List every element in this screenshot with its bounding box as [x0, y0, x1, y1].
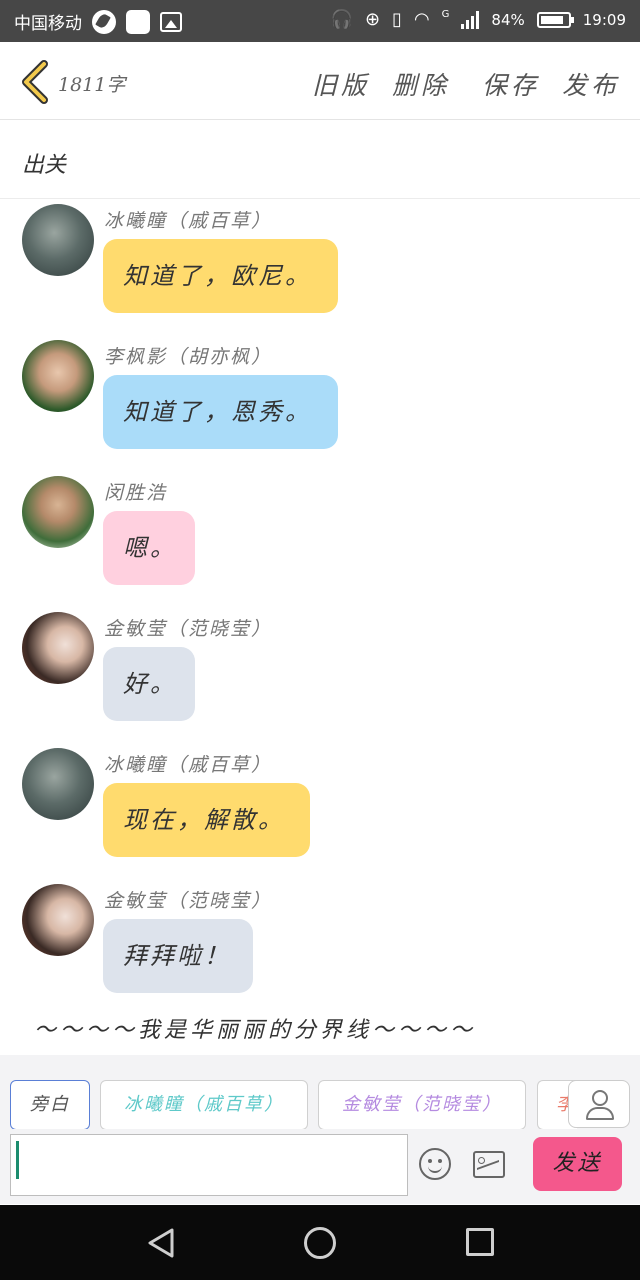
sender-name: 闵胜浩 — [104, 482, 168, 504]
message-bubble[interactable]: 知道了，恩秀。 — [103, 375, 338, 449]
sender-name: 金敏莹（范晓莹） — [104, 890, 273, 912]
sender-name: 冰曦瞳（戚百草） — [104, 210, 273, 232]
app-notification-icon — [126, 9, 150, 34]
sender-name: 李枫影（胡亦枫） — [104, 346, 273, 368]
role-chip-label: 冰曦瞳（戚百草） — [124, 1094, 284, 1115]
network-type-label: G — [441, 9, 450, 20]
image-icon[interactable] — [473, 1151, 505, 1178]
role-chip-label: 金敏莹（范晓莹） — [342, 1094, 502, 1115]
emoji-icon[interactable] — [419, 1148, 451, 1180]
status-bar: 中国移动 🎧 ⊕ ▯ ◠ G 84% 19:09 — [0, 0, 640, 42]
avatar[interactable] — [22, 748, 94, 820]
gallery-notification-icon — [160, 11, 182, 32]
role-selector: 旁白 冰曦瞳（戚百草） 金敏莹（范晓莹） 李 — [0, 1055, 640, 1130]
clock: 19:09 — [582, 11, 626, 29]
save-button[interactable]: 保存 — [482, 66, 540, 102]
sender-name: 冰曦瞳（戚百草） — [104, 754, 273, 776]
send-button[interactable]: 发送 — [533, 1137, 622, 1191]
chapter-title[interactable]: 出关 — [22, 147, 66, 179]
role-chip-label: 旁白 — [30, 1094, 70, 1115]
nav-home-icon[interactable] — [304, 1227, 336, 1259]
word-count: 1811字 — [58, 74, 126, 96]
message-bubble[interactable]: 嗯。 — [103, 511, 195, 585]
wifi-icon: ◠ — [413, 9, 430, 30]
message-input[interactable] — [10, 1134, 408, 1196]
character-manage-icon[interactable] — [568, 1080, 630, 1128]
role-chip[interactable]: 金敏莹（范晓莹） — [318, 1080, 526, 1130]
vibrate-icon: ▯ — [392, 9, 402, 30]
chapter-title-row[interactable]: 出关 — [0, 121, 640, 199]
message-bubble[interactable]: 好。 — [103, 647, 195, 721]
message-bubble[interactable]: 拜拜啦！ — [103, 919, 253, 993]
avatar[interactable] — [22, 476, 94, 548]
editor-header: 1811字 旧版 删除 保存 发布 — [0, 42, 640, 120]
chat-area[interactable]: 冰曦瞳（戚百草） 知道了，欧尼。 李枫影（胡亦枫） 知道了，恩秀。 闵胜浩 嗯。… — [0, 200, 640, 1055]
nav-back-icon[interactable] — [146, 1227, 176, 1259]
message-bubble[interactable]: 现在，解散。 — [103, 783, 310, 857]
data-saver-icon: ⊕ — [364, 9, 381, 30]
message-bubble[interactable]: 知道了，欧尼。 — [103, 239, 338, 313]
battery-icon — [536, 12, 574, 28]
avatar[interactable] — [22, 340, 94, 412]
browser-app-icon — [92, 9, 116, 34]
delete-button[interactable]: 删除 — [392, 66, 450, 102]
old-version-button[interactable]: 旧版 — [312, 66, 370, 102]
carrier-label: 中国移动 — [14, 14, 82, 34]
composer: 发送 — [0, 1129, 640, 1204]
publish-button[interactable]: 发布 — [562, 66, 620, 102]
system-nav-bar — [0, 1205, 640, 1280]
nav-recents-icon[interactable] — [466, 1228, 494, 1256]
text-caret — [16, 1141, 19, 1179]
avatar[interactable] — [22, 884, 94, 956]
role-chip[interactable]: 冰曦瞳（戚百草） — [100, 1080, 308, 1130]
headphones-icon: 🎧 — [330, 9, 353, 30]
battery-percent: 84% — [491, 11, 525, 29]
avatar[interactable] — [22, 612, 94, 684]
back-chevron-icon[interactable] — [18, 60, 52, 104]
role-chip-narrator[interactable]: 旁白 — [10, 1080, 90, 1130]
signal-icon — [461, 11, 480, 29]
avatar[interactable] — [22, 204, 94, 276]
sender-name: 金敏莹（范晓莹） — [104, 618, 273, 640]
section-divider: ～～～～我是华丽丽的分界线～～～～ — [34, 1018, 477, 1043]
header-actions: 旧版 删除 保存 发布 — [312, 66, 620, 102]
